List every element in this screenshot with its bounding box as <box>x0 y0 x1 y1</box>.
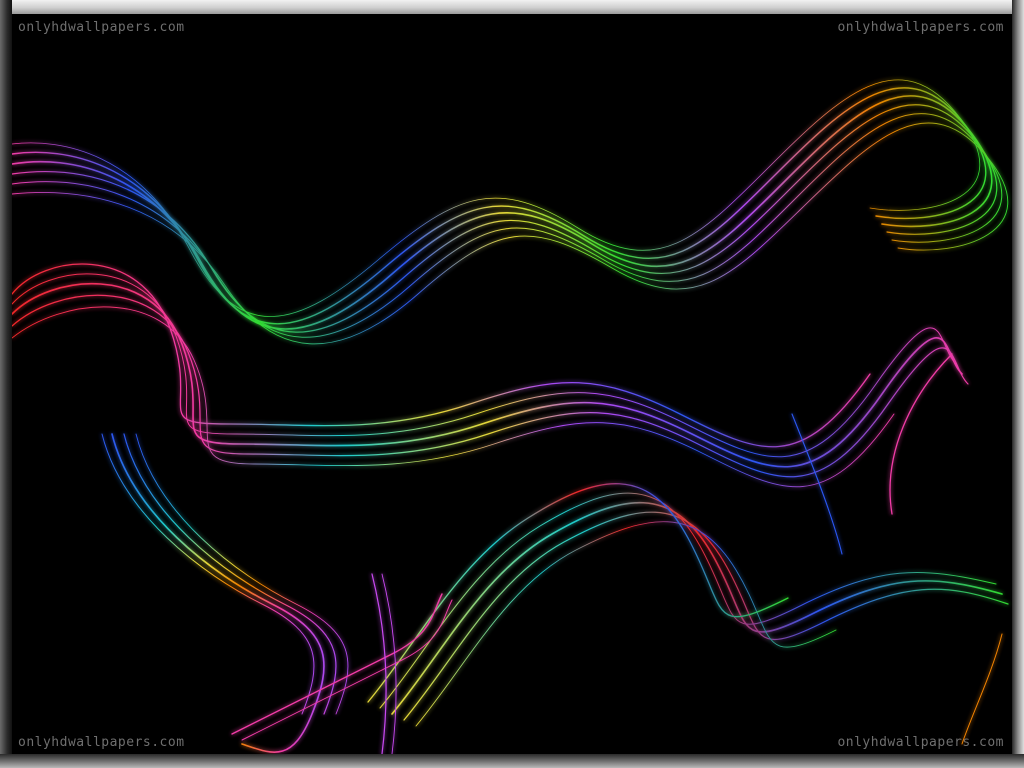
ribbon-middle <box>12 263 969 488</box>
frame-bevel-left <box>0 0 12 768</box>
watermark-top-left: onlyhdwallpapers.com <box>18 20 185 35</box>
watermark-bottom-left: onlyhdwallpapers.com <box>18 735 185 750</box>
ribbon-right-vertical <box>791 353 1003 745</box>
ribbon-canvas <box>12 79 1009 754</box>
wallpaper-frame: onlyhdwallpapers.com onlyhdwallpapers.co… <box>0 0 1024 768</box>
ribbon-lower-left <box>101 433 349 753</box>
light-ribbon-artwork <box>12 14 1012 754</box>
frame-bevel-right <box>1012 0 1024 768</box>
watermark-top-right: onlyhdwallpapers.com <box>837 20 1004 35</box>
frame-bevel-top <box>0 0 1024 14</box>
frame-bevel-bottom <box>0 754 1024 768</box>
watermark-bottom-right: onlyhdwallpapers.com <box>837 735 1004 750</box>
ribbon-lower-right <box>367 483 1009 727</box>
ribbon-upper <box>12 79 1009 345</box>
